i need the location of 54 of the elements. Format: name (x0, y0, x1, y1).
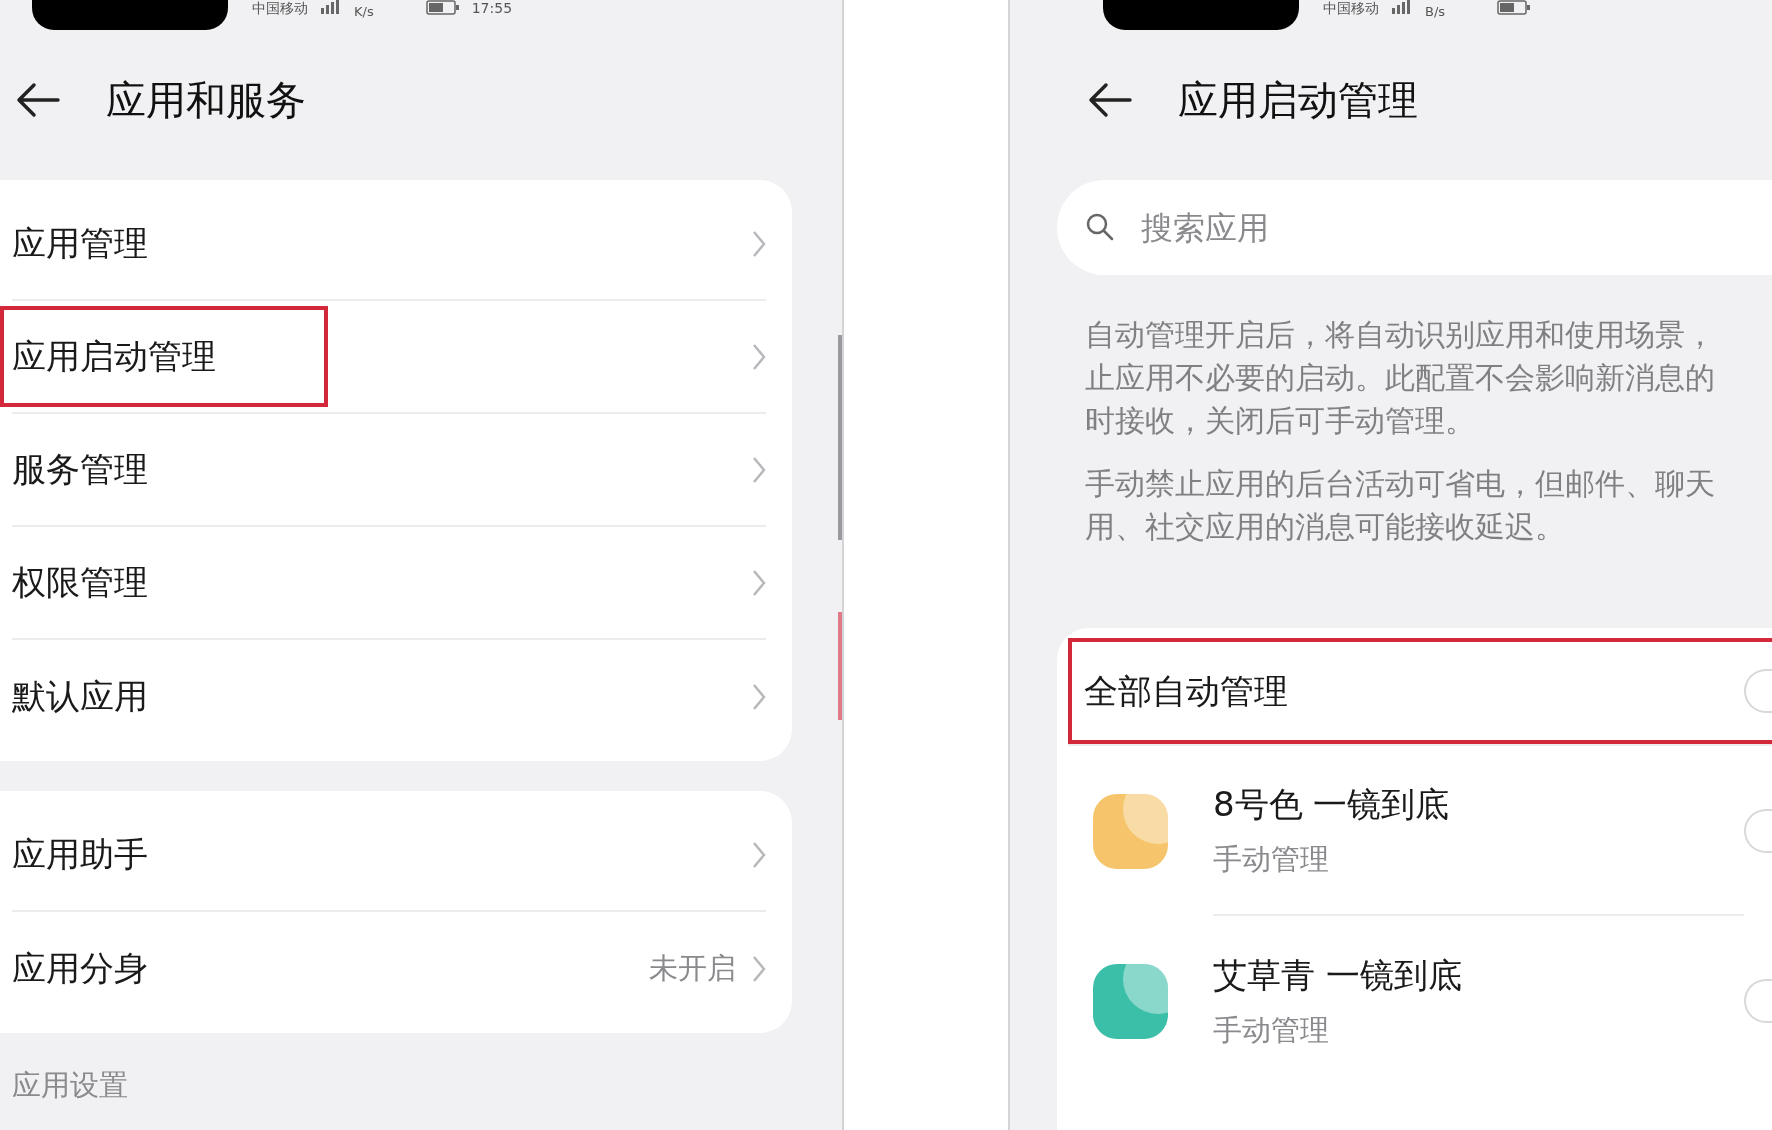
settings-row[interactable]: 服务管理 (12, 414, 766, 527)
carrier-name: 中国移动 (252, 0, 308, 16)
app-row[interactable]: 8号色 一镜到底 手动管理 (1057, 746, 1772, 916)
description-line: 用、社交应用的消息可能接收延迟。 (1085, 508, 1566, 546)
back-arrow-icon[interactable] (1088, 82, 1132, 118)
settings-row[interactable]: 应用管理 (12, 188, 766, 301)
row-label: 默认应用 (12, 675, 148, 718)
app-name: 艾草青 一镜到底 (1213, 953, 1462, 997)
settings-row[interactable]: 默认应用 (12, 640, 766, 753)
chevron-icon (752, 568, 766, 597)
settings-row[interactable]: 应用分身 未开启 (12, 912, 766, 1025)
row-label: 应用分身 (12, 947, 148, 990)
toggle-switch[interactable] (1744, 669, 1772, 713)
chevron-icon (752, 455, 766, 484)
row-label: 全部自动管理 (1084, 669, 1288, 713)
description-line: 止应用不必要的启动。此配置不会影响新消息的 (1085, 359, 1716, 397)
page-title: 应用启动管理 (1178, 76, 1418, 125)
app-row[interactable]: 艾草青 一镜到底 手动管理 (1057, 916, 1772, 1086)
settings-row[interactable]: 权限管理 (12, 527, 766, 640)
settings-row[interactable]: 应用启动管理 (12, 301, 766, 414)
chevron-icon (752, 229, 766, 258)
battery-icon (1497, 0, 1532, 16)
chevron-icon (752, 682, 766, 711)
clock-time: 17:55 (471, 0, 513, 16)
row-label: 应用启动管理 (12, 335, 216, 378)
app-status: 手动管理 (1213, 1011, 1330, 1049)
app-status: 手动管理 (1213, 840, 1330, 878)
page-title: 应用和服务 (106, 76, 306, 125)
row-label: 应用管理 (12, 222, 148, 265)
back-arrow-icon[interactable] (16, 82, 60, 118)
battery-icon (425, 0, 460, 16)
search-icon (1085, 212, 1115, 242)
description-line: 手动禁止应用的后台活动可省电，但邮件、聊天 (1085, 465, 1716, 503)
row-label: 服务管理 (12, 448, 148, 491)
carrier-name: 中国移动 (1323, 0, 1379, 16)
row-label: 权限管理 (12, 561, 148, 604)
description-line: 自动管理开启后，将自动识别应用和使用场景， (1085, 316, 1716, 354)
settings-row[interactable]: 全部自动管理 (1068, 638, 1772, 746)
search-field[interactable]: 搜索应用 (1057, 180, 1772, 275)
network-speed: K/s (354, 4, 374, 20)
description-line: 时接收，关闭后可手动管理。 (1085, 402, 1476, 440)
signal-icon (1391, 0, 1413, 14)
settings-row[interactable]: 应用助手 (12, 799, 766, 912)
row-value: 未开启 (649, 949, 736, 987)
section-heading: 应用设置 (12, 1067, 129, 1103)
row-label: 应用助手 (12, 833, 148, 876)
chevron-icon (752, 342, 766, 371)
toggle-switch[interactable] (1744, 979, 1772, 1023)
network-speed: B/s (1425, 4, 1446, 20)
app-name: 8号色 一镜到底 (1213, 782, 1450, 826)
signal-icon (320, 0, 342, 14)
chevron-icon (752, 954, 766, 983)
chevron-icon (752, 840, 766, 869)
toggle-switch[interactable] (1744, 809, 1772, 853)
